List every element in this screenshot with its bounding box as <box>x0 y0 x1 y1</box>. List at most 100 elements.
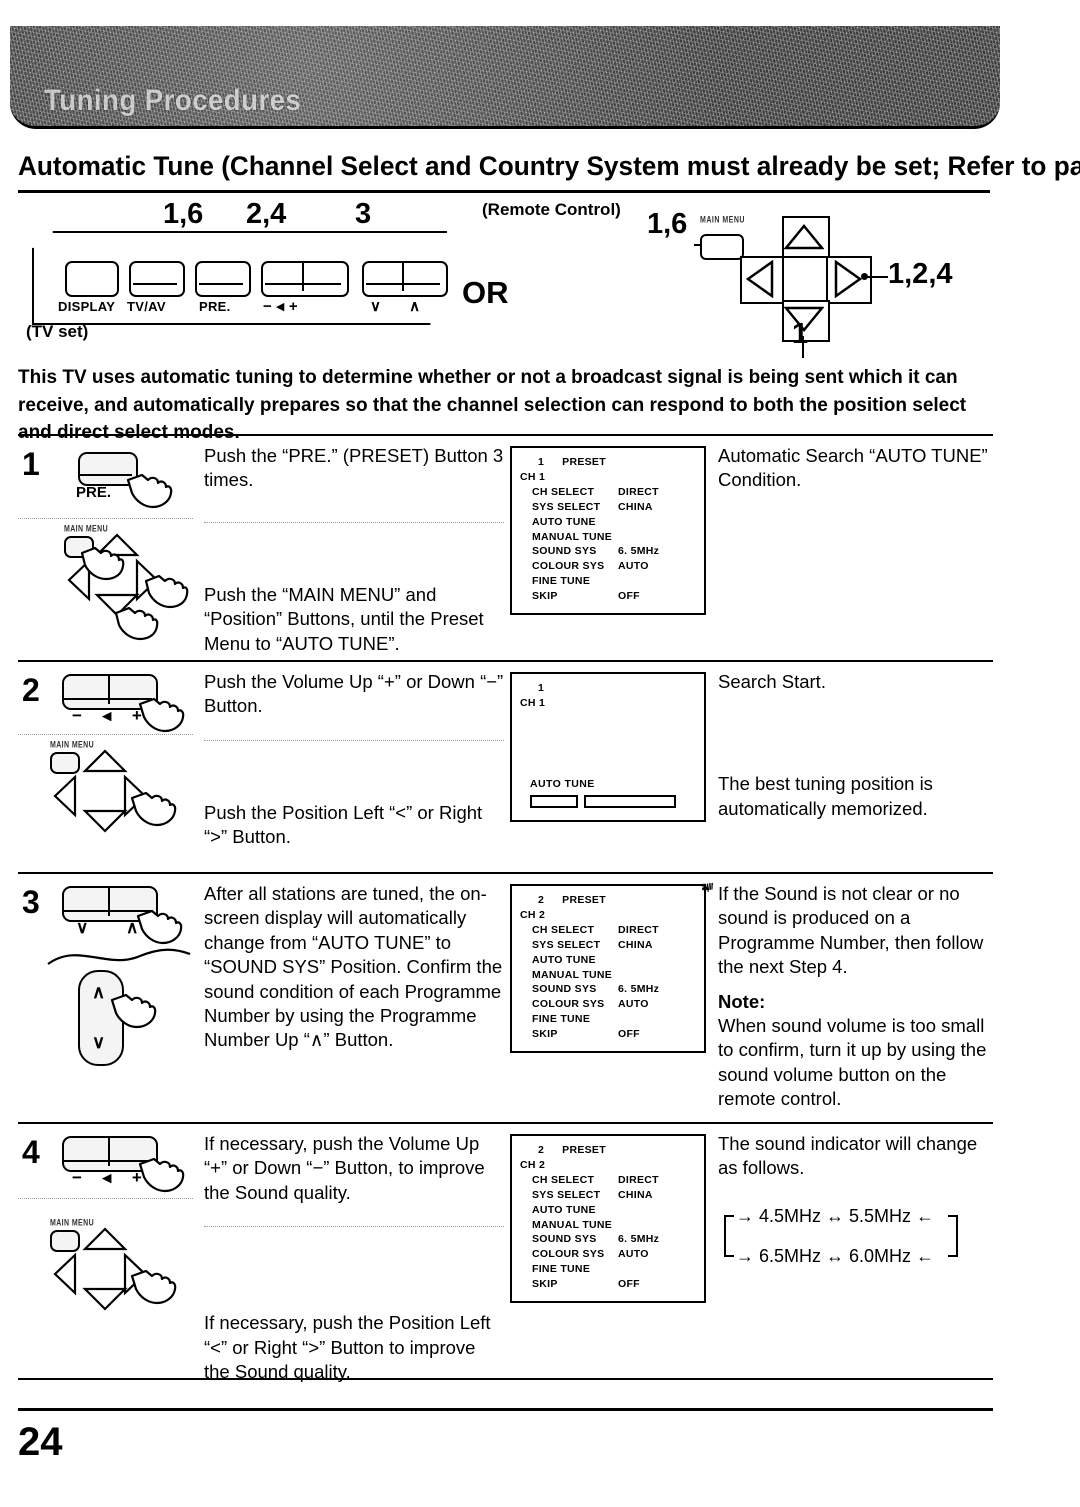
step-3-instructions: After all stations are tuned, the on-scr… <box>204 882 504 1053</box>
tv-av-button-ridge <box>133 283 177 285</box>
cycle-right-top-tick <box>948 1214 958 1217</box>
osd-row[interactable]: SKIP OFF <box>520 1027 696 1042</box>
cycle-row-bottom: → 6.5MHz ↔ 6.0MHz ← <box>736 1245 935 1266</box>
step-row-3: 3 ∨ ∧ ∧ ∨ After all stations are tuned, … <box>18 872 993 1122</box>
step-number-4: 4 <box>22 1134 40 1170</box>
osd-row-value: AUTO <box>618 1248 649 1261</box>
osd-header: 2 PRESET <box>520 893 696 908</box>
osd-row-label: AUTO TUNE <box>532 515 596 528</box>
volume-rocker-button[interactable] <box>261 261 349 297</box>
osd-row-label: COLOUR SYS <box>532 998 605 1011</box>
pre-button[interactable] <box>195 261 251 297</box>
osd-channel: CH 2 <box>520 1158 546 1171</box>
osd-row[interactable]: FINE TUNE <box>520 1012 696 1027</box>
osd-row[interactable]: CH SELECT DIRECT <box>520 485 696 500</box>
osd-row[interactable]: AUTO TUNE <box>520 1203 696 1218</box>
osd-row[interactable]: SOUND SYS 6. 5MHz <box>520 1232 696 1247</box>
main-menu-key-icon <box>50 1230 80 1252</box>
dpad-center[interactable] <box>782 256 830 304</box>
osd-row-value <box>618 953 696 968</box>
osd-channel: CH 1 <box>520 696 546 709</box>
osd-row-highlighted[interactable]: SOUND SYS 6. 5MHz \\\|/// <box>520 881 713 997</box>
pointing-hand-icon <box>80 546 125 581</box>
step-1-osd-screen: 1 PRESET CH 1 CH SELECT DIRECT SYS SELECT… <box>510 446 706 616</box>
osd-auto-tune-label: AUTO TUNE <box>530 778 595 791</box>
osd-row-value: DIRECT <box>618 485 659 498</box>
osd-row[interactable]: COLOUR SYS AUTO <box>520 559 696 574</box>
osd-row-value: CHINA <box>618 500 653 513</box>
footer-divider <box>18 1408 993 1411</box>
osd-row-label: SKIP <box>532 1028 558 1041</box>
osd-row-value: CHINA <box>618 938 653 951</box>
osd-channel: CH 1 <box>520 470 546 483</box>
osd-row-label: CH SELECT <box>532 923 595 936</box>
osd-row-value: AUTO <box>618 560 649 573</box>
osd-row-value: 6. 5MHz <box>618 1233 660 1246</box>
step-1-result: Automatic Search “AUTO TUNE” Condition. <box>718 445 988 491</box>
step-1-text-divider <box>204 522 504 523</box>
osd-row[interactable]: SOUND SYS 6. 5MHz <box>520 544 696 559</box>
cycle-left-top-tick <box>724 1214 734 1217</box>
osd-row[interactable]: SYS SELECT CHINA <box>520 1188 696 1203</box>
osd-preset-title: PRESET <box>562 456 606 468</box>
osd-row[interactable]: FINE TUNE <box>520 574 696 589</box>
position-down-triangle-icon <box>82 1287 128 1311</box>
step-2-text-divider <box>204 740 504 741</box>
step-2-result-1: Search Start. <box>718 671 826 692</box>
step-1-icon-divider <box>18 518 193 519</box>
page-number: 24 <box>18 1420 63 1464</box>
step-4-icon-divider <box>18 1198 193 1199</box>
osd-header: 1 PRESET <box>520 455 696 470</box>
step-row-4: 4 − ◂ + MAIN MENU If necessary, push the… <box>18 1122 993 1382</box>
osd-row[interactable]: MANUAL TUNE <box>520 968 696 983</box>
pointing-hand-icon <box>138 1157 185 1193</box>
osd-preset-title: PRESET <box>562 894 606 906</box>
tv-av-button[interactable] <box>129 261 185 297</box>
volume-rocker-split <box>302 263 304 291</box>
blink-indicator-icon: '' '' <box>701 885 709 897</box>
osd-row-label: SKIP <box>532 590 558 603</box>
main-menu-button[interactable] <box>700 234 744 260</box>
osd-autotune-screen: 1 CH 1 AUTO TUNE <box>510 672 706 822</box>
cycle-left-bar <box>724 1214 726 1257</box>
osd-row[interactable]: SYS SELECT CHINA <box>520 938 696 953</box>
osd-row-label: CH SELECT <box>532 1173 595 1186</box>
osd-row-value: OFF <box>618 1028 640 1041</box>
step-4-osd-screen: 2 PRESET CH 2 CH SELECT DIRECT SYS SELECT… <box>510 1134 706 1304</box>
osd-row[interactable]: COLOUR SYS AUTO <box>520 1247 696 1262</box>
osd-row-label: COLOUR SYS <box>532 1248 605 1261</box>
step-4-instruction-2: If necessary, push the Position Left “<”… <box>204 1312 491 1383</box>
step-row-2: 2 − ◂ + MAIN MENU Push the Volume Up “+”… <box>18 660 993 872</box>
channel-rocker-button[interactable] <box>362 261 448 297</box>
osd-row-label: CH SELECT <box>532 485 595 498</box>
osd-row[interactable]: AUTO TUNE <box>520 515 696 530</box>
osd-row[interactable]: AUTO TUNE <box>520 953 696 968</box>
osd-row[interactable]: MANUAL TUNE <box>520 530 696 545</box>
display-button-label: DISPLAY <box>58 299 116 314</box>
osd-row-label: COLOUR SYS <box>532 560 605 573</box>
osd-row[interactable]: MANUAL TUNE <box>520 1218 696 1233</box>
osd-row-value: 6. 5MHz <box>618 983 660 996</box>
osd-row-value <box>618 1218 696 1233</box>
osd-row-highlighted[interactable]: COLOUR SYS AUTO '' '' <box>520 886 708 1012</box>
cycle-row-top: → 4.5MHz ↔ 5.5MHz ← <box>736 1205 935 1226</box>
manual-page: Tuning Procedures Automatic Tune (Channe… <box>0 0 1080 1507</box>
osd-row[interactable]: CH SELECT DIRECT <box>520 923 696 938</box>
channel-down-label: ∨ <box>76 918 89 937</box>
osd-row-value: CHINA <box>618 1188 653 1201</box>
display-button[interactable] <box>65 261 119 297</box>
osd-row[interactable]: CH SELECT DIRECT <box>520 1173 696 1188</box>
osd-row-label: AUTO TUNE <box>532 953 596 966</box>
osd-preset-number: 1 <box>538 682 545 694</box>
cycle-left-bottom-tick <box>724 1254 734 1257</box>
osd-row[interactable]: SYS SELECT CHINA <box>520 500 696 515</box>
osd-row-value: OFF <box>618 1278 640 1291</box>
osd-row-value: 6. 5MHz <box>618 545 660 558</box>
step-row-1: 1 PRE. MAIN MENU Push the “PRE.” (PRESET… <box>18 434 993 660</box>
osd-row[interactable]: SKIP OFF <box>520 589 696 604</box>
tv-av-button-label: TV/AV <box>127 299 166 314</box>
channel-rocker-split <box>402 263 404 291</box>
osd-row[interactable]: SKIP OFF <box>520 1277 696 1292</box>
marker-remote-1-6: 1,6 <box>647 208 688 240</box>
osd-row[interactable]: FINE TUNE <box>520 1262 696 1277</box>
